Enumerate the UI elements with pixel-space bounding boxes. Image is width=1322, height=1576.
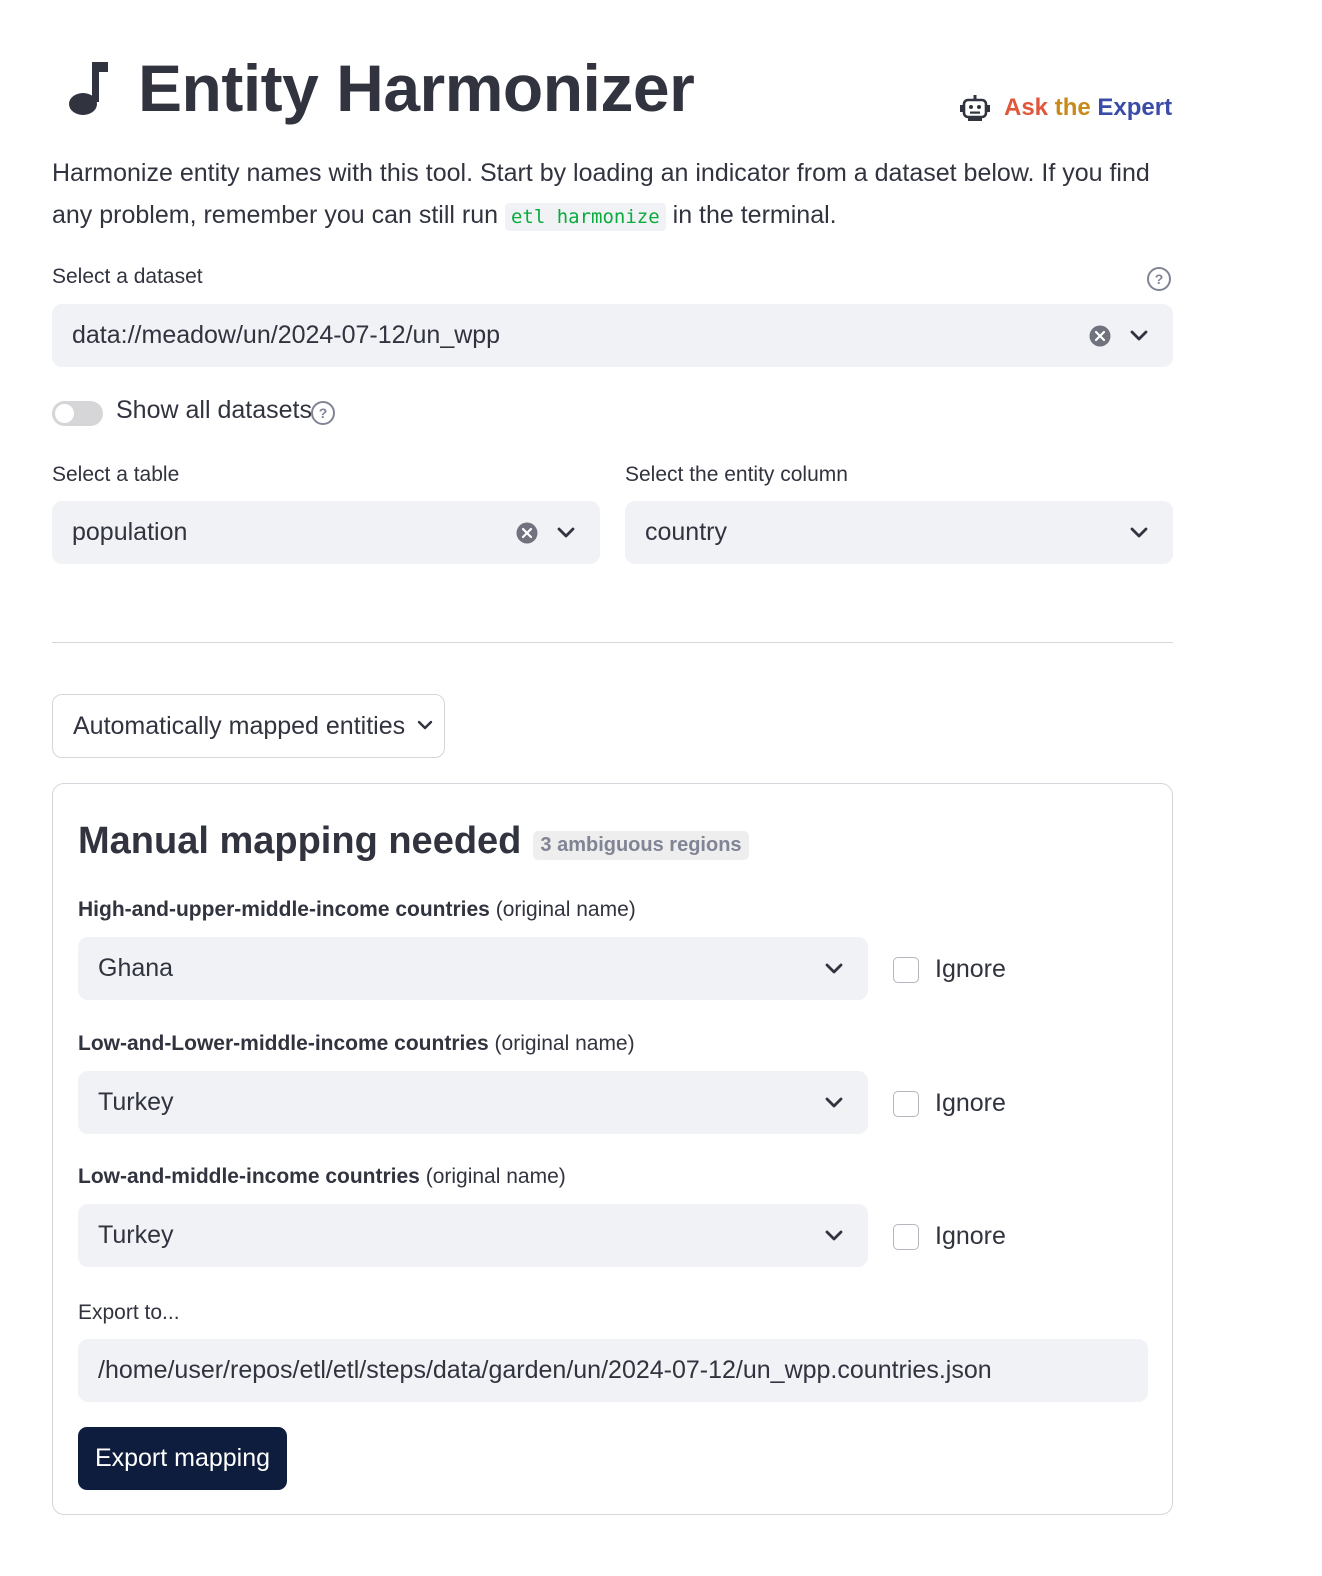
export-label: Export to... <box>78 1301 180 1324</box>
table-label: Select a table <box>52 463 180 486</box>
svg-text:?: ? <box>319 405 328 421</box>
entity-column-select[interactable]: country <box>625 501 1173 564</box>
table-select-value: population <box>72 518 188 546</box>
ignore-label: Ignore <box>935 1089 1006 1117</box>
export-path-input[interactable] <box>78 1339 1148 1402</box>
ask-expert-label: Ask the Expert <box>1004 94 1173 121</box>
page-title: Entity Harmonizer <box>138 51 695 125</box>
dataset-select-value: data://meadow/un/2024-07-12/un_wpp <box>72 321 501 349</box>
robot-icon <box>960 95 990 121</box>
clear-icon[interactable] <box>516 522 538 544</box>
clear-icon[interactable] <box>1089 325 1111 347</box>
ambiguous-count-badge: 3 ambiguous regions <box>533 831 749 860</box>
auto-mapped-expander[interactable]: Automatically mapped entities <box>52 694 445 758</box>
table-select[interactable]: population <box>52 501 600 564</box>
ignore-label: Ignore <box>935 955 1006 983</box>
chevron-down-icon[interactable] <box>824 1229 844 1243</box>
help-icon[interactable]: ? <box>1146 266 1172 292</box>
svg-text:?: ? <box>1155 271 1164 287</box>
auto-mapped-label: Automatically mapped entities <box>73 711 406 740</box>
inline-code: etl harmonize <box>504 203 666 231</box>
mapping-row-select[interactable]: Turkey <box>78 1071 868 1134</box>
mapping-row-label: Low-and-middle-income countries (origina… <box>78 1165 566 1188</box>
chevron-down-icon <box>417 720 433 730</box>
dataset-select[interactable]: data://meadow/un/2024-07-12/un_wpp <box>52 304 1173 367</box>
ignore-checkbox[interactable]: Ignore <box>893 1222 1006 1251</box>
mapping-row-select[interactable]: Turkey <box>78 1204 868 1267</box>
music-note-icon <box>69 62 108 115</box>
chevron-down-icon[interactable] <box>556 526 576 540</box>
entity-column-label: Select the entity column <box>625 463 848 486</box>
mapping-row-select-value: Turkey <box>98 1221 174 1249</box>
ask-expert-button[interactable]: Ask the Expert <box>960 92 1172 124</box>
toggle-knob <box>55 404 74 423</box>
help-icon[interactable]: ? <box>310 400 336 426</box>
mapping-row-label: High-and-upper-middle-income countries (… <box>78 898 636 921</box>
checkbox-box[interactable] <box>893 956 919 983</box>
entity-column-select-value: country <box>645 518 727 546</box>
divider <box>52 642 1173 643</box>
dataset-label: Select a dataset <box>52 265 203 288</box>
title-row: Entity Harmonizer <box>66 48 695 128</box>
mapping-row-label: Low-and-Lower-middle-income countries (o… <box>78 1032 635 1055</box>
mapping-row-select[interactable]: Ghana <box>78 937 868 1000</box>
mapping-row-select-value: Turkey <box>98 1088 174 1116</box>
show-all-toggle[interactable] <box>52 401 103 426</box>
intro-text: Harmonize entity names with this tool. S… <box>52 159 1150 231</box>
chevron-down-icon[interactable] <box>824 1096 844 1110</box>
chevron-down-icon[interactable] <box>824 962 844 976</box>
panel-title-row: Manual mapping needed 3 ambiguous region… <box>78 820 749 863</box>
manual-mapping-panel: Manual mapping needed 3 ambiguous region… <box>52 783 1173 1515</box>
chevron-down-icon[interactable] <box>1129 526 1149 540</box>
ignore-checkbox[interactable]: Ignore <box>893 955 1006 984</box>
panel-title: Manual mapping needed <box>78 820 522 862</box>
ignore-checkbox[interactable]: Ignore <box>893 1089 1006 1118</box>
show-all-label: Show all datasets <box>116 396 312 424</box>
export-mapping-button[interactable]: Export mapping <box>78 1427 287 1490</box>
mapping-row-select-value: Ghana <box>98 954 174 982</box>
ignore-label: Ignore <box>935 1222 1006 1250</box>
checkbox-box[interactable] <box>893 1223 919 1250</box>
checkbox-box[interactable] <box>893 1090 919 1117</box>
chevron-down-icon[interactable] <box>1129 329 1149 343</box>
